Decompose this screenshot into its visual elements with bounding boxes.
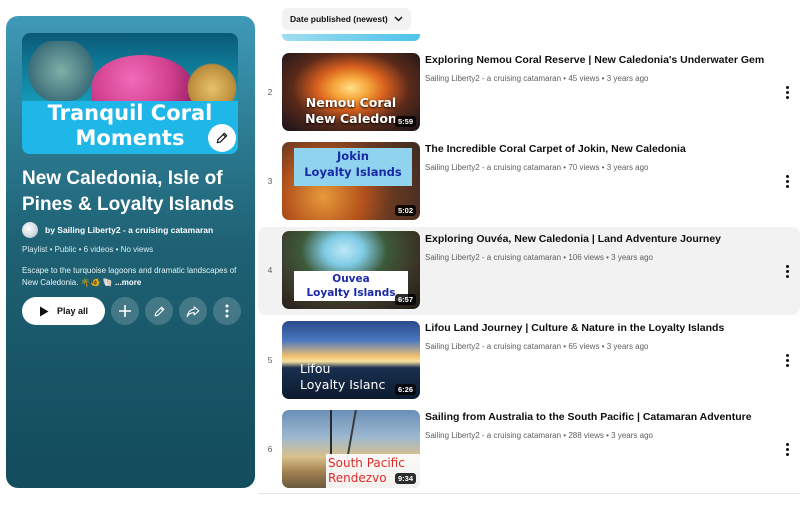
video-meta: Sailing Liberty2 - a cruising catamaran … bbox=[425, 74, 649, 83]
duration-badge: 5:02 bbox=[394, 205, 416, 216]
playlist-meta: Playlist • Public • 6 videos • No views bbox=[22, 245, 154, 254]
more-options-button[interactable] bbox=[213, 297, 241, 325]
video-index: 3 bbox=[267, 176, 273, 186]
upload-age: 3 years ago bbox=[606, 163, 649, 172]
playlist-header-panel: Tranquil Coral Moments New Caledonia, Is… bbox=[6, 16, 255, 488]
video-title[interactable]: Sailing from Australia to the South Paci… bbox=[425, 410, 775, 424]
channel-name[interactable]: Sailing Liberty2 - a cruising catamaran bbox=[425, 163, 561, 172]
edit-playlist-button[interactable] bbox=[145, 297, 173, 325]
duration-badge: 5:59 bbox=[394, 116, 416, 127]
pencil-icon bbox=[154, 306, 164, 316]
playlist-video-row[interactable]: 3 Jokin Loyalty Islands 5:02 The Incredi… bbox=[258, 140, 800, 224]
avatar[interactable] bbox=[22, 222, 38, 238]
playlist-video-row[interactable]: 5 Lifou Loyalty Islanc 6:26 Lifou Land J… bbox=[258, 319, 800, 403]
video-thumbnail[interactable]: South Pacific Rendezvo 9:34 bbox=[282, 410, 420, 488]
edit-thumbnail-button[interactable] bbox=[208, 124, 236, 152]
view-count: 70 views bbox=[568, 163, 600, 172]
more-link[interactable]: ...more bbox=[115, 278, 141, 287]
owner-name[interactable]: by Sailing Liberty2 - a cruising catamar… bbox=[45, 225, 213, 235]
video-menu-button[interactable] bbox=[780, 173, 794, 189]
previous-video-thumbnail-edge[interactable] bbox=[282, 34, 420, 41]
caption-line-1: Ouvea bbox=[332, 273, 370, 285]
video-meta: Sailing Liberty2 - a cruising catamaran … bbox=[425, 342, 649, 351]
video-title[interactable]: Exploring Nemou Coral Reserve | New Cale… bbox=[425, 53, 775, 67]
thumbnail-caption: Jokin Loyalty Islands bbox=[294, 148, 412, 180]
video-menu-button[interactable] bbox=[780, 441, 794, 457]
thumbnail-caption: Ouvea Loyalty Islands bbox=[294, 272, 408, 300]
video-title[interactable]: The Incredible Coral Carpet of Jokin, Ne… bbox=[425, 142, 775, 156]
caption-line-1: Nemou Coral bbox=[305, 95, 397, 110]
video-meta: Sailing Liberty2 - a cruising catamaran … bbox=[425, 253, 653, 262]
channel-name[interactable]: Sailing Liberty2 - a cruising catamaran bbox=[425, 74, 561, 83]
pencil-icon bbox=[216, 132, 228, 144]
caption-line-1: Lifou bbox=[300, 361, 331, 376]
video-thumbnail[interactable]: Ouvea Loyalty Islands 6:57 bbox=[282, 231, 420, 309]
playlist-video-row[interactable]: 4 Ouvea Loyalty Islands 6:57 Exploring O… bbox=[258, 227, 800, 315]
channel-name[interactable]: Sailing Liberty2 - a cruising catamaran bbox=[425, 431, 561, 440]
playlist-description: Escape to the turquoise lagoons and dram… bbox=[22, 265, 244, 289]
coral-shape bbox=[26, 41, 96, 101]
video-index: 6 bbox=[267, 444, 273, 454]
video-menu-button[interactable] bbox=[780, 84, 794, 100]
caption-line-1: Tranquil Coral bbox=[47, 101, 213, 125]
chevron-down-icon bbox=[394, 16, 403, 22]
caption-line-1: South Pacific bbox=[328, 456, 405, 470]
plus-icon bbox=[119, 305, 131, 317]
duration-badge: 6:26 bbox=[394, 384, 416, 395]
upload-age: 3 years ago bbox=[611, 431, 653, 440]
video-thumbnail[interactable]: Lifou Loyalty Islanc 6:26 bbox=[282, 321, 420, 399]
video-index: 2 bbox=[267, 87, 273, 97]
caption-line-1: Jokin bbox=[337, 149, 369, 163]
video-thumbnail[interactable]: Jokin Loyalty Islands 5:02 bbox=[282, 142, 420, 220]
channel-name[interactable]: Sailing Liberty2 - a cruising catamaran bbox=[425, 342, 561, 351]
upload-age: 3 years ago bbox=[606, 74, 649, 83]
play-all-button[interactable]: Play all bbox=[22, 297, 105, 325]
playlist-thumbnail[interactable]: Tranquil Coral Moments bbox=[22, 33, 238, 154]
view-count: 288 views bbox=[568, 431, 604, 440]
video-index: 4 bbox=[267, 265, 273, 275]
sort-dropdown[interactable]: Date published (newest) bbox=[282, 8, 411, 30]
upload-age: 3 years ago bbox=[606, 342, 649, 351]
video-thumbnail[interactable]: Nemou Coral New Caledon 5:59 bbox=[282, 53, 420, 131]
video-index: 5 bbox=[267, 355, 273, 365]
divider bbox=[258, 493, 800, 494]
play-all-label: Play all bbox=[56, 306, 89, 316]
upload-age: 3 years ago bbox=[611, 253, 653, 262]
playlist-owner[interactable]: by Sailing Liberty2 - a cruising catamar… bbox=[22, 222, 213, 238]
playlist-title: New Caledonia, Isle of Pines & Loyalty I… bbox=[22, 168, 235, 215]
add-to-playlist-button[interactable] bbox=[111, 297, 139, 325]
video-menu-button[interactable] bbox=[780, 352, 794, 368]
caption-line-2: Loyalty Islands bbox=[304, 165, 402, 179]
view-count: 65 views bbox=[568, 342, 600, 351]
thumbnail-caption: Tranquil Coral Moments bbox=[22, 101, 238, 151]
caption-line-2: Moments bbox=[75, 126, 185, 150]
playlist-actions: Play all bbox=[22, 297, 241, 325]
caption-line-2: Loyalty Islands bbox=[306, 287, 396, 299]
playlist-video-row[interactable]: 6 South Pacific Rendezvo 9:34 Sailing fr… bbox=[258, 408, 800, 492]
video-meta: Sailing Liberty2 - a cruising catamaran … bbox=[425, 163, 649, 172]
sort-label: Date published (newest) bbox=[290, 14, 388, 24]
playlist-video-row[interactable]: 2 Nemou Coral New Caledon 5:59 Exploring… bbox=[258, 51, 800, 135]
duration-badge: 6:57 bbox=[394, 294, 416, 305]
playlist-page: Tranquil Coral Moments New Caledonia, Is… bbox=[0, 0, 800, 506]
video-meta: Sailing Liberty2 - a cruising catamaran … bbox=[425, 431, 653, 440]
share-button[interactable] bbox=[179, 297, 207, 325]
duration-badge: 9:34 bbox=[394, 473, 416, 484]
play-icon bbox=[39, 306, 49, 316]
vertical-dots-icon bbox=[225, 304, 229, 318]
video-title[interactable]: Exploring Ouvéa, New Caledonia | Land Ad… bbox=[425, 232, 775, 246]
video-title[interactable]: Lifou Land Journey | Culture & Nature in… bbox=[425, 321, 775, 335]
channel-name[interactable]: Sailing Liberty2 - a cruising catamaran bbox=[425, 253, 561, 262]
video-menu-button[interactable] bbox=[780, 263, 794, 279]
share-icon bbox=[186, 305, 200, 317]
view-count: 106 views bbox=[568, 253, 604, 262]
view-count: 45 views bbox=[568, 74, 600, 83]
